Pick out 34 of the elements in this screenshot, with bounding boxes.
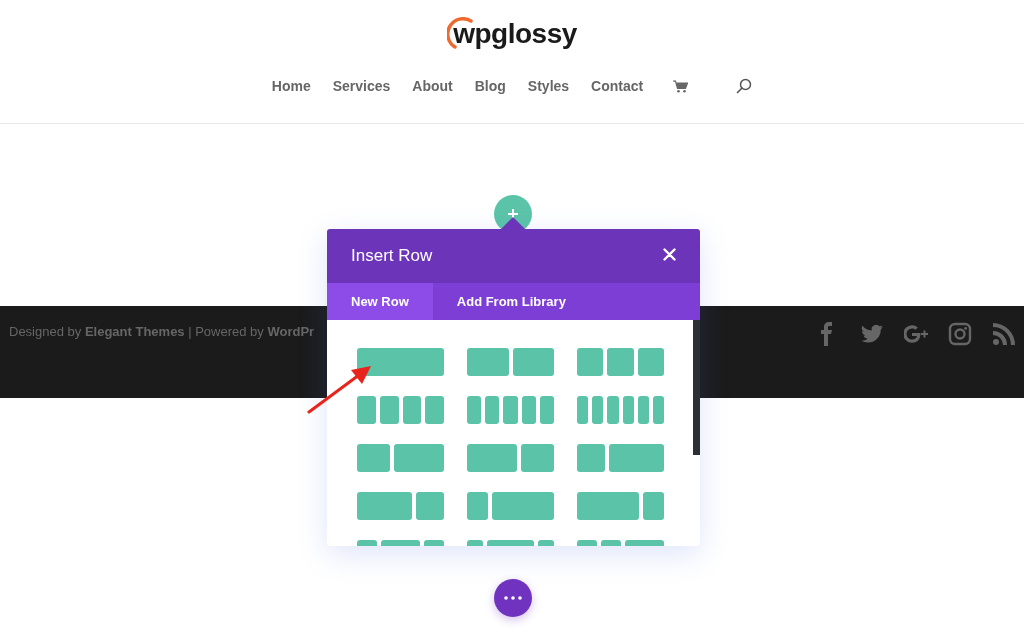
nav-link[interactable]: Styles [527, 78, 570, 94]
column-layout-option[interactable] [577, 492, 664, 520]
more-options-button[interactable] [494, 579, 532, 617]
column-layout-option[interactable] [467, 348, 554, 376]
arrow-annotation [307, 366, 371, 414]
plus-icon [507, 208, 519, 220]
ellipsis-icon [504, 596, 522, 600]
footer-credits: Designed by Elegant Themes | Powered by WordPr [9, 324, 315, 339]
modal-tab[interactable]: New Row [327, 283, 433, 320]
search-icon[interactable] [736, 78, 753, 94]
cart-icon[interactable] [673, 79, 689, 93]
instagram-icon[interactable] [948, 322, 972, 346]
logo-text[interactable]: wpglossy [453, 18, 577, 50]
column-layout-option[interactable] [357, 348, 444, 376]
nav-link[interactable]: Services [332, 78, 391, 94]
close-icon[interactable] [663, 248, 676, 264]
nav-link[interactable]: Blog [474, 78, 506, 94]
column-layout-option[interactable] [577, 444, 664, 472]
column-layout-option[interactable] [357, 444, 444, 472]
rss-icon[interactable] [992, 322, 1016, 346]
google-plus-icon[interactable] [904, 322, 928, 346]
column-layout-option[interactable] [467, 492, 554, 520]
column-layout-option[interactable] [577, 348, 664, 376]
modal-title: Insert Row [351, 246, 433, 266]
twitter-icon[interactable] [860, 322, 884, 346]
column-layout-option[interactable] [357, 492, 444, 520]
nav-link[interactable]: About [412, 78, 453, 94]
column-layout-option[interactable] [467, 444, 554, 472]
scrollbar[interactable] [693, 320, 700, 455]
nav-link[interactable]: Home [271, 78, 311, 94]
column-layout-option[interactable] [467, 396, 554, 424]
column-layout-option[interactable] [357, 396, 444, 424]
column-layout-option[interactable] [577, 396, 664, 424]
nav-link[interactable]: Contact [591, 78, 644, 94]
